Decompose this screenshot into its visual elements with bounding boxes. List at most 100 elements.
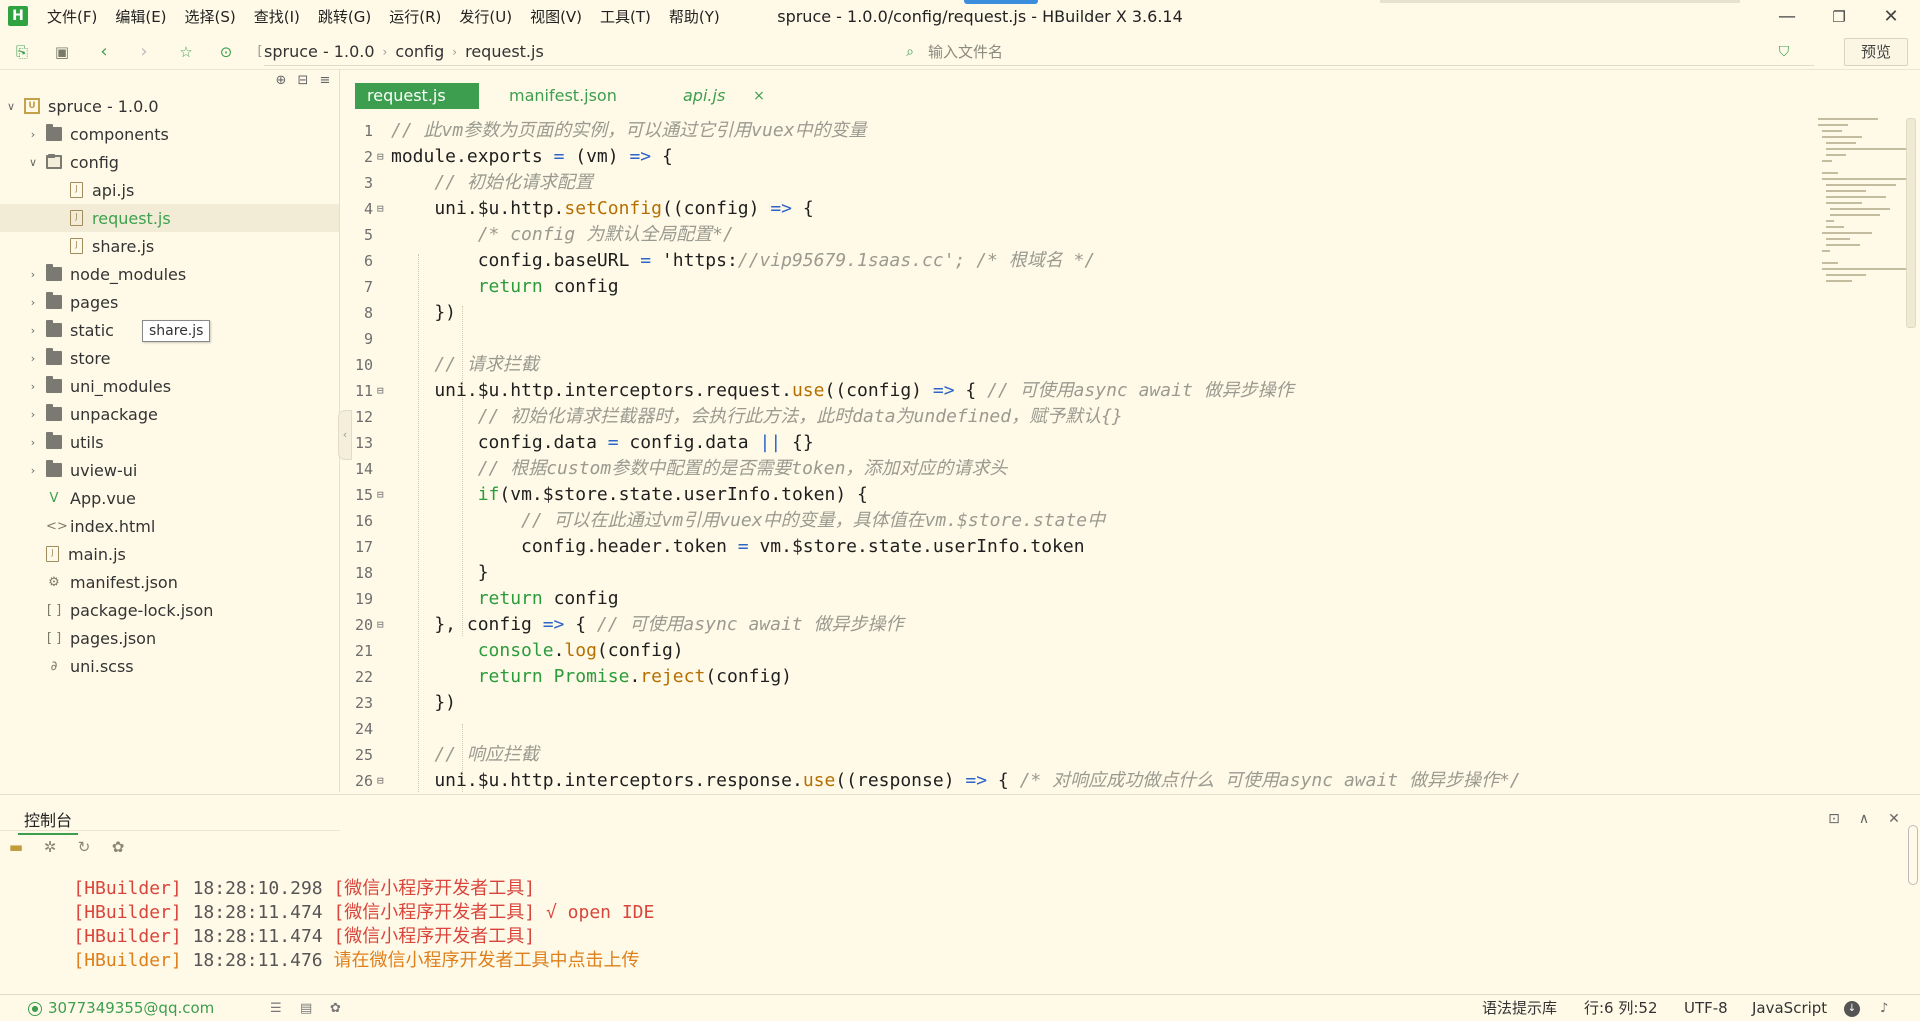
code-line[interactable]: 7 return config bbox=[341, 274, 1811, 300]
collapse-all-icon[interactable]: ⊟ bbox=[294, 72, 312, 90]
tree-item-store[interactable]: › store bbox=[0, 344, 339, 372]
tree-item-unpackage[interactable]: › unpackage bbox=[0, 400, 339, 428]
fold-toggle-icon[interactable]: ⊟ bbox=[377, 196, 384, 222]
chevron-up-icon[interactable]: ∧ bbox=[1854, 809, 1874, 829]
code-line[interactable]: 14 // 根据custom参数中配置的是否需要token，添加对应的请求头 bbox=[341, 456, 1811, 482]
file-search-box: ⌕ ⛉ bbox=[894, 38, 1814, 66]
new-file-icon[interactable]: ⎘ bbox=[12, 42, 32, 62]
code-line[interactable]: 10 // 请求拦截 bbox=[341, 352, 1811, 378]
menu-publish[interactable]: 发行(U) bbox=[450, 0, 521, 34]
code-line[interactable]: 24 bbox=[341, 716, 1811, 742]
fold-toggle-icon[interactable]: ⊟ bbox=[377, 144, 384, 170]
close-panel-icon[interactable]: ✕ bbox=[1884, 809, 1904, 829]
minimize-button[interactable]: — bbox=[1762, 0, 1812, 34]
file-encoding[interactable]: UTF-8 bbox=[1684, 995, 1728, 1021]
fold-toggle-icon[interactable]: ⊟ bbox=[377, 378, 384, 404]
menu-select[interactable]: 选择(S) bbox=[176, 0, 245, 34]
code-line[interactable]: 11 ⊟ uni.$u.http.interceptors.request.use… bbox=[341, 378, 1811, 404]
tree-item-main-js[interactable]: J main.js bbox=[0, 540, 339, 568]
tree-item-share-js[interactable]: J share.js bbox=[0, 232, 339, 260]
code-line[interactable]: 19 return config bbox=[341, 586, 1811, 612]
code-line[interactable]: 3 // 初始化请求配置 bbox=[341, 170, 1811, 196]
code-line[interactable]: 21 console.log(config) bbox=[341, 638, 1811, 664]
tree-item-pages-json[interactable]: [ ] pages.json bbox=[0, 624, 339, 652]
tree-item-package-lock-json[interactable]: [ ] package-lock.json bbox=[0, 596, 339, 624]
fold-toggle-icon[interactable]: ⊟ bbox=[377, 768, 384, 792]
tree-item-manifest-json[interactable]: ⚙ manifest.json bbox=[0, 568, 339, 596]
maximize-button[interactable]: ❐ bbox=[1814, 0, 1864, 34]
menu-edit[interactable]: 编辑(E) bbox=[106, 0, 175, 34]
forward-icon[interactable]: › bbox=[134, 42, 154, 62]
fold-toggle-icon[interactable]: ⊟ bbox=[377, 612, 384, 638]
maximize-panel-icon[interactable]: ⊡ bbox=[1824, 809, 1844, 829]
back-icon[interactable]: ‹ bbox=[94, 42, 114, 62]
code-line[interactable]: 18 } bbox=[341, 560, 1811, 586]
tree-item-api-js[interactable]: J api.js bbox=[0, 176, 339, 204]
tree-item-config[interactable]: ∨ config bbox=[0, 148, 339, 176]
file-language[interactable]: JavaScript bbox=[1752, 995, 1827, 1021]
terminal-icon[interactable]: ▤ bbox=[300, 995, 312, 1021]
menu-view[interactable]: 视图(V) bbox=[521, 0, 591, 34]
tab-close-icon[interactable]: × bbox=[749, 83, 769, 109]
tab-console[interactable]: 控制台 bbox=[18, 809, 79, 835]
file-search-input[interactable] bbox=[928, 40, 1748, 64]
bookmark-icon[interactable]: ☆ bbox=[176, 42, 196, 62]
code-line[interactable]: 8 }) bbox=[341, 300, 1811, 326]
editor-scrollbar[interactable] bbox=[1906, 118, 1916, 328]
minimap[interactable] bbox=[1818, 116, 1908, 296]
tree-item-node-modules[interactable]: › node_modules bbox=[0, 260, 339, 288]
code-line[interactable]: 23 }) bbox=[341, 690, 1811, 716]
breadcrumb-file[interactable]: request.js bbox=[465, 42, 544, 61]
tab-request-js[interactable]: request.js bbox=[355, 83, 479, 109]
tree-item-uview-ui[interactable]: › uview-ui bbox=[0, 456, 339, 484]
tree-project-root[interactable]: ∨ U spruce - 1.0.0 bbox=[0, 92, 339, 120]
breadcrumb-project[interactable]: spruce - 1.0.0 bbox=[264, 42, 375, 61]
more-icon[interactable]: ≡ bbox=[316, 72, 334, 90]
breadcrumb-folder[interactable]: config bbox=[395, 42, 444, 61]
tree-item-app-vue[interactable]: V App.vue bbox=[0, 484, 339, 512]
run-icon[interactable]: ⊙ bbox=[216, 42, 236, 62]
tree-item-pages[interactable]: › pages bbox=[0, 288, 339, 316]
user-account[interactable]: 3077349355@qq.com bbox=[48, 995, 214, 1021]
preview-button[interactable]: 预览 bbox=[1844, 38, 1908, 66]
cursor-position[interactable]: 行:6 列:52 bbox=[1584, 995, 1658, 1021]
console-scrollbar[interactable] bbox=[1908, 825, 1918, 885]
filter-icon[interactable]: ⛉ bbox=[1774, 42, 1794, 62]
list-icon[interactable]: ☰ bbox=[270, 995, 282, 1021]
save-icon[interactable]: ▣ bbox=[52, 42, 72, 62]
tree-item-utils[interactable]: › utils bbox=[0, 428, 339, 456]
fold-toggle-icon[interactable]: ⊟ bbox=[377, 482, 384, 508]
menu-goto[interactable]: 跳转(G) bbox=[309, 0, 380, 34]
menu-run[interactable]: 运行(R) bbox=[380, 0, 450, 34]
code-line[interactable]: 17 config.header.token = vm.$store.state… bbox=[341, 534, 1811, 560]
tree-item-uni-modules[interactable]: › uni_modules bbox=[0, 372, 339, 400]
tree-item-uni-scss[interactable]: ∂ uni.scss bbox=[0, 652, 339, 680]
code-line[interactable]: 1 // 此vm参数为页面的实例，可以通过它引用vuex中的变量 bbox=[341, 118, 1811, 144]
code-line[interactable]: 4 ⊟ uni.$u.http.setConfig((config) => { bbox=[341, 196, 1811, 222]
close-button[interactable]: ✕ bbox=[1866, 0, 1916, 34]
bell-icon[interactable]: ♪ bbox=[1880, 995, 1888, 1021]
code-line[interactable]: 26 ⊟ uni.$u.http.interceptors.response.us… bbox=[341, 768, 1811, 792]
syntax-hint[interactable]: 语法提示库 bbox=[1482, 995, 1557, 1021]
code-line[interactable]: 16 // 可以在此通过vm引用vuex中的变量，具体值在vm.$store.s… bbox=[341, 508, 1811, 534]
code-line[interactable]: 15 ⊟ if(vm.$store.state.userInfo.token) { bbox=[341, 482, 1811, 508]
tree-item-components[interactable]: › components bbox=[0, 120, 339, 148]
code-line[interactable]: 9 bbox=[341, 326, 1811, 352]
code-line[interactable]: 12 // 初始化请求拦截器时，会执行此方法，此时data为undefined，… bbox=[341, 404, 1811, 430]
tree-item-index-html[interactable]: <> index.html bbox=[0, 512, 339, 540]
download-icon[interactable]: ↓ bbox=[1844, 1001, 1860, 1017]
locate-icon[interactable]: ⊕ bbox=[272, 72, 290, 90]
code-line[interactable]: 2 ⊟ module.exports = (vm) => { bbox=[341, 144, 1811, 170]
menu-find[interactable]: 查找(I) bbox=[245, 0, 309, 34]
code-line[interactable]: 22 return Promise.reject(config) bbox=[341, 664, 1811, 690]
plugin-icon[interactable]: ✿ bbox=[330, 995, 341, 1021]
code-line[interactable]: 5 /* config 为默认全局配置*/ bbox=[341, 222, 1811, 248]
code-line[interactable]: 20 ⊟ }, config => { // 可使用async await 做异步… bbox=[341, 612, 1811, 638]
code-line[interactable]: 13 config.data = config.data || {} bbox=[341, 430, 1811, 456]
code-line[interactable]: 25 // 响应拦截 bbox=[341, 742, 1811, 768]
code-editor[interactable]: 1// 此vm参数为页面的实例，可以通过它引用vuex中的变量 2 ⊟ module.… bbox=[341, 114, 1920, 792]
tab-manifest-json[interactable]: manifest.json bbox=[497, 83, 637, 109]
tree-item-request-js[interactable]: J request.js bbox=[0, 204, 339, 232]
code-line[interactable]: 6 config.baseURL = 'https://vip95679.1sa… bbox=[341, 248, 1811, 274]
menu-file[interactable]: 文件(F) bbox=[38, 0, 106, 34]
